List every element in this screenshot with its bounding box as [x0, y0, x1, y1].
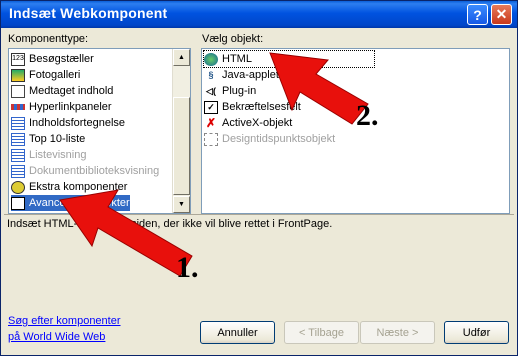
- annotation-two: 2.: [356, 99, 379, 132]
- arrow-2-shape: [269, 52, 369, 125]
- annotation-one: 1.: [176, 251, 199, 284]
- annotation-arrows: 1. 2.: [59, 52, 379, 284]
- arrow-1-shape: [59, 189, 193, 277]
